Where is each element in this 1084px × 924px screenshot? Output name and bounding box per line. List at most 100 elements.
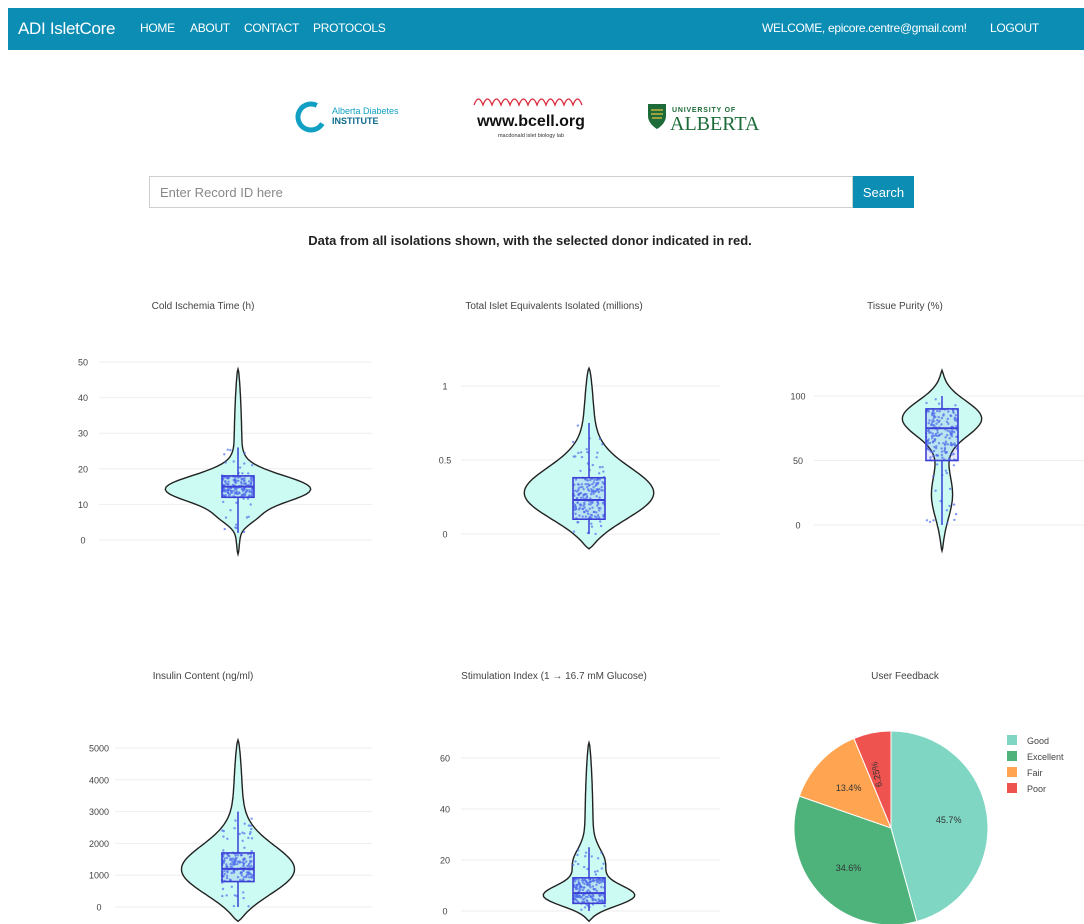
y-tick-label: 3000: [89, 807, 109, 817]
data-point: [572, 530, 576, 533]
y-tick-label: 60: [440, 754, 450, 764]
data-point: [599, 524, 603, 528]
data-point: [241, 839, 244, 842]
data-point: [934, 489, 937, 492]
data-point: [925, 519, 929, 522]
data-point: [600, 851, 603, 854]
chart-title: Cold Ischemia Time (h): [152, 301, 255, 312]
chart-panel-1: Cold Ischemia Time (h) 0 10 20 30 40 50: [78, 301, 372, 557]
data-point: [596, 451, 599, 454]
data-point: [222, 829, 225, 833]
y-tick-label: 2000: [89, 839, 109, 849]
data-point: [584, 851, 588, 854]
data-point: [932, 519, 935, 522]
iqr-box: [925, 408, 959, 462]
chart-title: Total Islet Equivalents Isolated (millio…: [465, 301, 642, 312]
data-point: [600, 867, 603, 870]
data-point: [602, 470, 605, 473]
data-point: [590, 522, 593, 525]
data-point: [577, 451, 580, 455]
data-point: [225, 894, 228, 897]
legend-label[interactable]: Good: [1027, 736, 1049, 746]
data-point: [249, 503, 252, 506]
data-point: [598, 466, 602, 469]
data-point: [224, 516, 228, 519]
y-tick-label: 50: [793, 456, 803, 466]
data-point: [234, 819, 237, 822]
data-point: [580, 455, 584, 459]
y-tick-label: 1000: [89, 871, 109, 881]
pie-slice-label: 13.4%: [836, 783, 862, 793]
data-point: [223, 527, 226, 531]
data-point: [596, 869, 599, 873]
data-point: [945, 509, 949, 512]
y-tick-label: 0: [795, 521, 800, 531]
data-point: [234, 526, 237, 529]
data-point: [247, 905, 250, 908]
data-point: [226, 837, 229, 840]
legend-swatch[interactable]: [1007, 751, 1017, 761]
y-tick-label: 0: [80, 536, 85, 546]
charts-area: Cold Ischemia Time (h)01020304050Total I…: [78, 301, 1084, 924]
data-point: [944, 469, 948, 472]
data-point: [222, 849, 225, 852]
data-point: [948, 504, 951, 508]
data-point: [579, 451, 583, 454]
data-point: [591, 463, 594, 467]
y-tick-label: 10: [78, 500, 88, 510]
y-tick-label: 20: [440, 856, 450, 866]
data-point: [223, 453, 226, 456]
chart-panel-5: Stimulation Index (1 → 16.7 mM Glucose) 0…: [440, 671, 720, 923]
data-point: [249, 830, 252, 834]
data-point: [222, 500, 225, 504]
data-point: [952, 464, 956, 467]
legend-swatch[interactable]: [1007, 767, 1017, 777]
data-point: [945, 471, 949, 475]
data-point: [242, 530, 246, 534]
legend-label[interactable]: Fair: [1027, 768, 1043, 778]
data-point: [243, 462, 246, 465]
iqr-box: [572, 877, 606, 905]
data-point: [245, 516, 249, 519]
y-tick-label: 4000: [89, 775, 109, 785]
chart-title: User Feedback: [871, 671, 940, 682]
data-point: [598, 437, 602, 441]
data-point: [247, 472, 250, 475]
legend-swatch[interactable]: [1007, 735, 1017, 745]
data-point: [572, 863, 575, 867]
chart-title: Stimulation Index (1 → 16.7 mM Glucose): [461, 671, 647, 682]
data-point: [250, 817, 253, 820]
data-point: [946, 521, 949, 525]
data-point: [584, 855, 587, 858]
data-point: [937, 402, 941, 405]
chart-title: Tissue Purity (%): [867, 301, 943, 312]
data-point: [224, 461, 227, 464]
data-point: [928, 520, 932, 524]
y-tick-label: 5000: [89, 744, 109, 754]
data-point: [251, 464, 254, 467]
y-tick-label: 40: [440, 805, 450, 815]
data-point: [580, 908, 583, 911]
y-tick-label: 0: [442, 907, 447, 917]
data-point: [229, 448, 232, 452]
pie-slice-label: 45.7%: [936, 815, 962, 825]
data-point: [238, 466, 242, 469]
data-point: [925, 401, 928, 405]
data-point: [601, 465, 604, 469]
legend-label[interactable]: Excellent: [1027, 752, 1064, 762]
data-point: [235, 501, 238, 504]
data-point: [603, 904, 606, 908]
data-point: [579, 469, 582, 473]
data-point: [954, 512, 958, 516]
data-point: [590, 525, 594, 528]
legend-swatch[interactable]: [1007, 783, 1017, 793]
data-point: [574, 860, 577, 863]
data-point: [577, 849, 580, 852]
legend-label[interactable]: Poor: [1027, 784, 1046, 794]
data-point: [952, 503, 956, 506]
data-point: [241, 472, 244, 475]
data-point: [243, 846, 246, 849]
data-point: [247, 836, 250, 840]
data-point: [576, 853, 579, 857]
data-point: [954, 404, 957, 407]
